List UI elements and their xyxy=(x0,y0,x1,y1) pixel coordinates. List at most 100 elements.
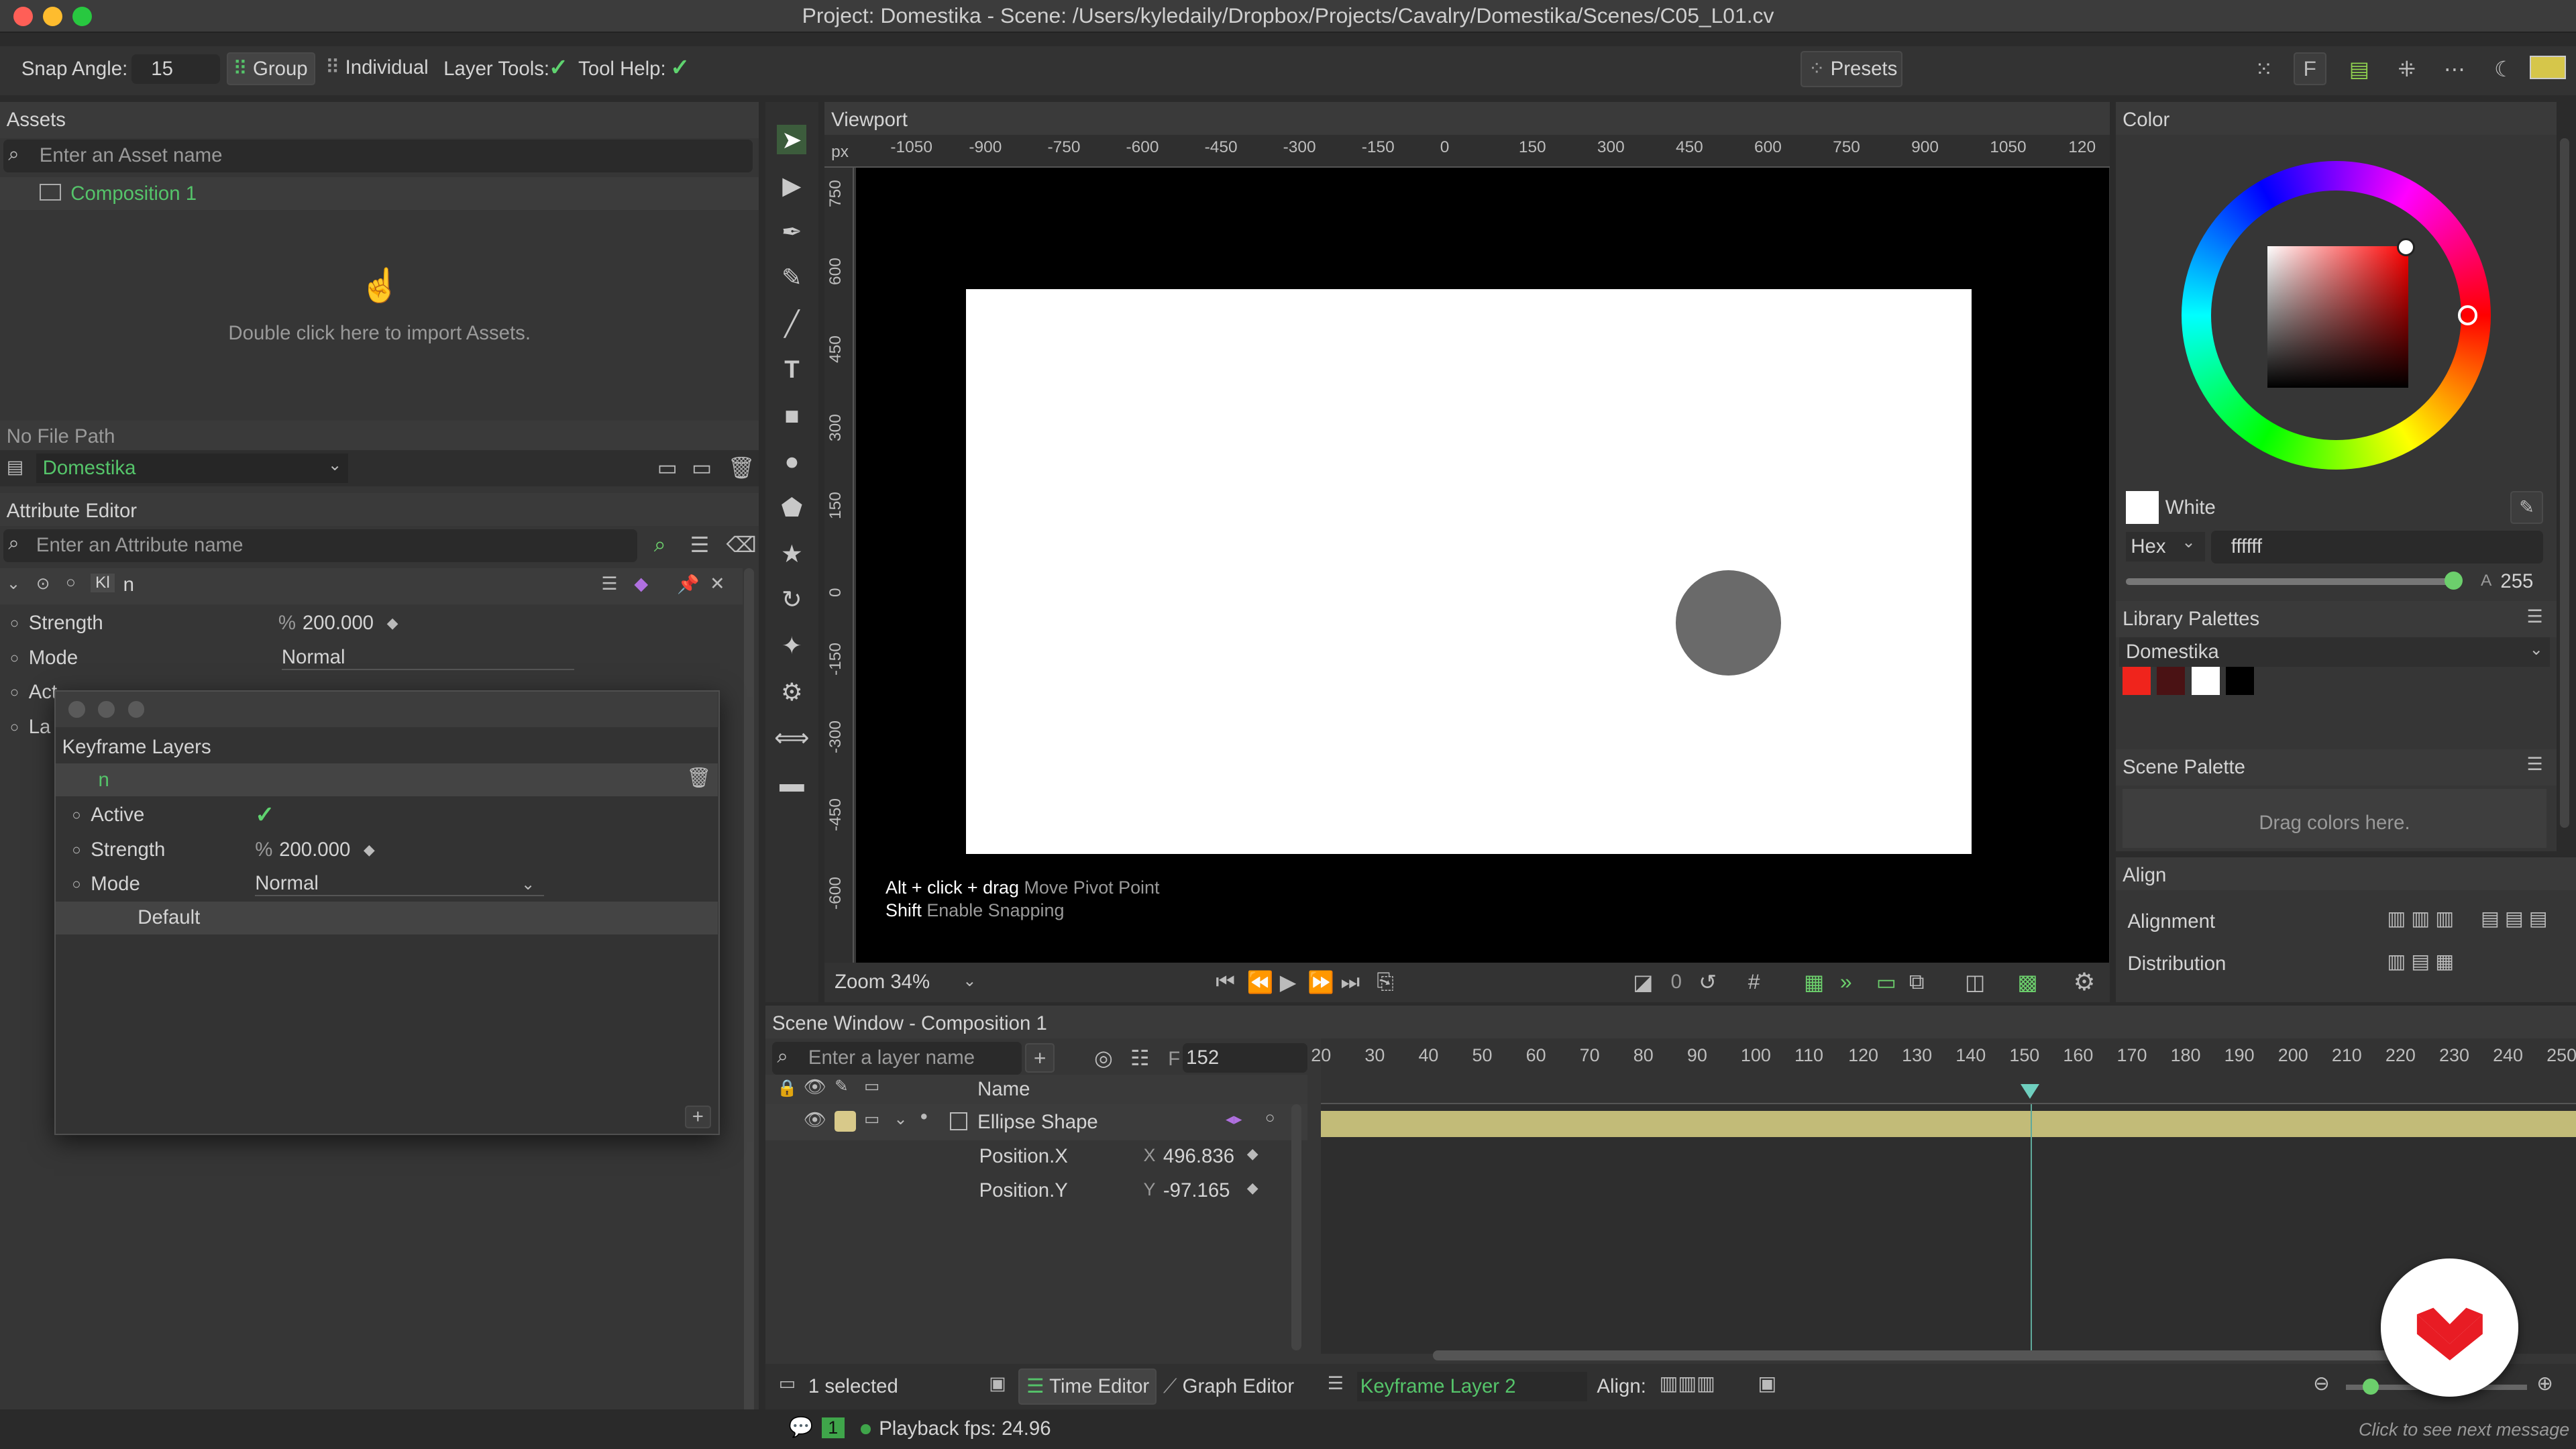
monitor-icon[interactable]: ▭ xyxy=(692,455,712,480)
keyframe-layer-select[interactable]: Keyframe Layer 2 xyxy=(1356,1371,1587,1401)
zoom-in-icon[interactable]: ⊕ xyxy=(2536,1372,2553,1395)
saturation-square[interactable] xyxy=(2267,246,2409,388)
align-horizontal-icon[interactable]: ▥ ▥ ▥ xyxy=(2387,907,2454,930)
zoom-slider-handle[interactable] xyxy=(2362,1378,2379,1395)
frame-input[interactable]: 152 xyxy=(1183,1043,1308,1073)
menu-icon[interactable]: ☰ xyxy=(2527,606,2543,627)
palette-swatch[interactable] xyxy=(2226,667,2254,695)
trash-icon[interactable]: 🗑 xyxy=(686,767,711,790)
folder-icon[interactable]: ▭ xyxy=(657,455,678,480)
pen-tool-icon[interactable]: ✒ xyxy=(777,217,806,246)
collapse-chevron-icon[interactable]: ⌄ xyxy=(7,574,21,594)
record-icon[interactable]: ○ xyxy=(1265,1109,1275,1128)
eye-icon[interactable]: 👁 xyxy=(804,1076,826,1097)
project-select[interactable]: Domestika ⌄ xyxy=(36,453,349,483)
library-select[interactable]: Domestika ⌄ xyxy=(2119,637,2550,667)
distribute-icon[interactable]: ▥ ▤ ▦ xyxy=(2387,950,2454,973)
dotted-line-icon[interactable]: ⋯ xyxy=(2438,52,2471,85)
popup-strength-input[interactable]: 200.000 xyxy=(279,839,350,861)
expand-chevron-icon[interactable]: ⌄ xyxy=(894,1109,908,1129)
visibility-eye-icon[interactable]: 👁 xyxy=(804,1109,826,1130)
layers-scrollbar[interactable] xyxy=(1291,1104,1301,1351)
scene-palette-dropzone[interactable]: Drag colors here. xyxy=(2123,788,2546,848)
pin-icon[interactable]: 📌 xyxy=(677,574,700,595)
checker-icon[interactable]: ▩ xyxy=(2017,969,2037,995)
settings-gear-icon[interactable]: ⚙ xyxy=(2074,967,2096,996)
close-icon[interactable]: ✕ xyxy=(710,574,725,594)
animate-dot-icon[interactable]: ○ xyxy=(10,614,19,632)
fit-icon[interactable]: ▣ xyxy=(1758,1372,1776,1395)
frame-tool-icon[interactable]: F xyxy=(2293,52,2326,86)
moon-icon[interactable]: ☾ xyxy=(2487,52,2520,85)
position-x-input[interactable]: 496.836 xyxy=(1163,1145,1234,1168)
zoom-out-icon[interactable]: ⊖ xyxy=(2313,1372,2330,1395)
strength-value-input[interactable]: 200.000 xyxy=(303,612,374,635)
step-back-icon[interactable]: ⏪ xyxy=(1247,969,1274,995)
status-message[interactable]: Click to see next message xyxy=(2267,1419,2569,1440)
keyframe-diamond-icon[interactable]: ◆ xyxy=(387,614,398,632)
keyframe-nav-icon[interactable]: ◂▸ xyxy=(1226,1109,1242,1129)
keyframe-tag-icon[interactable]: ◪ xyxy=(1633,969,1653,995)
popup-close-button[interactable] xyxy=(68,701,85,718)
asset-item-composition[interactable]: Composition 1 xyxy=(0,177,759,211)
select-arrow-icon[interactable]: ➤ xyxy=(777,125,807,155)
timeline-scrollbar[interactable] xyxy=(1432,1350,2418,1360)
guides-icon[interactable]: ▦ xyxy=(1804,969,1824,995)
mode-select[interactable]: Normal xyxy=(281,646,574,670)
attribute-search-input[interactable]: ⌕ Enter an Attribute name xyxy=(3,529,638,562)
scrollbar[interactable] xyxy=(744,568,755,1440)
go-end-icon[interactable]: ⏭ xyxy=(1340,969,1360,995)
step-forward-icon[interactable]: ⏩ xyxy=(1307,969,1334,995)
polygon-tool-icon[interactable]: ⬟ xyxy=(777,493,806,523)
add-layer-icon[interactable]: + xyxy=(1025,1043,1055,1073)
add-icon[interactable]: + xyxy=(684,1105,711,1128)
motion-path-icon[interactable]: ↺ xyxy=(1699,969,1717,995)
filter-icon[interactable]: ☰ xyxy=(690,532,710,557)
go-start-icon[interactable]: ⏮ xyxy=(1216,969,1235,995)
layer-check-icon[interactable]: ⊙ xyxy=(36,574,50,594)
popup-item-row[interactable]: n 🗑 xyxy=(55,763,718,797)
filter-icon[interactable]: ☷ xyxy=(1130,1045,1150,1071)
asset-search-input[interactable]: ⌕ Enter an Asset name xyxy=(3,140,753,173)
grid-icon[interactable]: # xyxy=(1748,969,1760,994)
time-editor-tab[interactable]: ☰ Time Editor xyxy=(1018,1368,1157,1405)
position-y-input[interactable]: -97.165 xyxy=(1163,1179,1230,1202)
distribute-dots-icon[interactable]: ⁜ xyxy=(2390,52,2423,85)
animate-dot-icon[interactable]: ○ xyxy=(10,718,19,736)
pin-icon[interactable]: ✎ xyxy=(835,1076,849,1096)
text-tool-icon[interactable]: T xyxy=(777,355,806,384)
rotate-tool-icon[interactable]: ↻ xyxy=(777,585,806,614)
safe-frame-icon[interactable]: ▭ xyxy=(1876,969,1896,995)
align-keys-icon[interactable]: ▥▥▥ xyxy=(1659,1372,1715,1395)
popup-maximize-button[interactable] xyxy=(127,701,145,718)
popup-default-row[interactable]: Default xyxy=(55,902,718,935)
resize-arrows-icon[interactable]: ⟺ xyxy=(774,723,810,753)
layer-duration-bar[interactable] xyxy=(1320,1110,2576,1137)
hue-handle[interactable] xyxy=(2457,305,2478,325)
fast-forward-icon[interactable]: » xyxy=(1840,969,1852,994)
hex-input[interactable]: ffffff xyxy=(2211,531,2544,564)
pill-tool-icon[interactable]: ▬ xyxy=(777,769,806,798)
group-button[interactable]: ⠿ Group xyxy=(226,52,316,86)
palette-swatch[interactable] xyxy=(2157,667,2186,695)
keyframe-diamond-icon[interactable]: ◆ xyxy=(364,841,375,859)
active-checkbox[interactable]: ✓ xyxy=(255,802,274,828)
animate-dot-icon[interactable]: ○ xyxy=(72,806,80,824)
alpha-value[interactable]: 255 xyxy=(2500,570,2533,593)
keyframe-diamond-icon[interactable]: ◆ xyxy=(1247,1145,1258,1163)
animate-dot-icon[interactable]: ○ xyxy=(10,649,19,667)
color-scrollbar[interactable] xyxy=(2559,138,2570,828)
palette-swatch[interactable] xyxy=(2123,667,2151,695)
play-icon[interactable]: ▶ xyxy=(1280,969,1296,995)
animate-dot-icon[interactable]: ○ xyxy=(72,875,80,893)
rectangle-tool-icon[interactable]: ■ xyxy=(777,401,806,431)
line-tool-icon[interactable]: ╱ xyxy=(777,309,806,338)
snap-angle-input[interactable]: 15 xyxy=(131,54,221,84)
lock-icon[interactable]: 🔒 xyxy=(777,1078,797,1098)
solo-icon[interactable]: ◎ xyxy=(1094,1045,1113,1071)
graph-editor-tab[interactable]: ⟋ Graph Editor xyxy=(1163,1375,1294,1398)
popup-minimize-button[interactable] xyxy=(98,701,115,718)
active-dot-icon[interactable]: ● xyxy=(920,1109,928,1124)
animate-dot-icon[interactable]: ○ xyxy=(10,684,19,701)
layer-search-input[interactable]: ⌕ Enter a layer name xyxy=(772,1041,1022,1075)
